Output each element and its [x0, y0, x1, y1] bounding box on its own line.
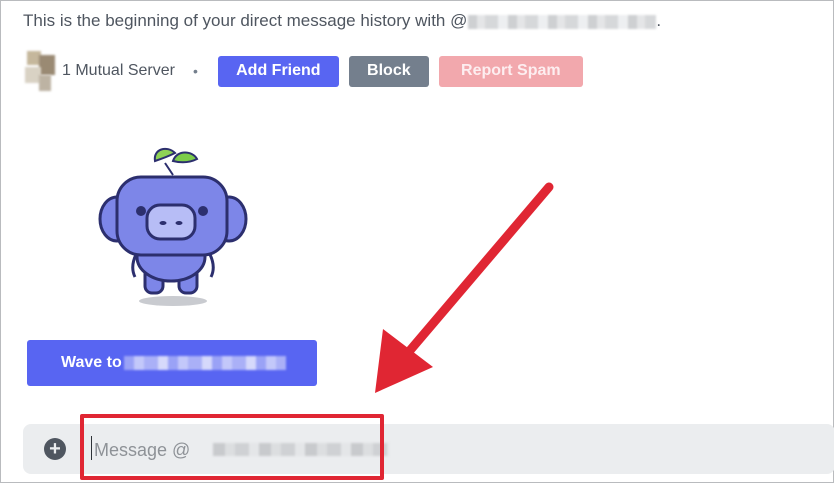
history-trailing: . [656, 11, 662, 30]
wave-button[interactable]: Wave to [27, 340, 317, 386]
plus-circle-icon[interactable]: + [44, 438, 66, 460]
report-spam-button[interactable]: Report Spam [438, 55, 583, 87]
history-text: This is the beginning of your direct mes… [23, 11, 468, 30]
mutual-server-avatar[interactable] [25, 51, 55, 91]
dm-profile-actions: 1 Mutual Server • Add Friend Block Repor… [25, 51, 593, 91]
dm-panel: This is the beginning of your direct mes… [0, 0, 834, 483]
block-button[interactable]: Block [348, 55, 429, 87]
redacted-username [468, 14, 657, 29]
dm-history-intro: This is the beginning of your direct mes… [23, 11, 661, 31]
annotation-highlight-box [80, 414, 384, 480]
wumpus-sticker [98, 147, 248, 306]
add-friend-button[interactable]: Add Friend [217, 55, 339, 87]
redacted-username [123, 356, 286, 370]
wave-label: Wave to [61, 354, 122, 371]
separator-dot: • [192, 63, 198, 79]
red-arrow-icon [375, 182, 554, 393]
mutual-servers-link[interactable]: 1 Mutual Server [62, 62, 175, 80]
